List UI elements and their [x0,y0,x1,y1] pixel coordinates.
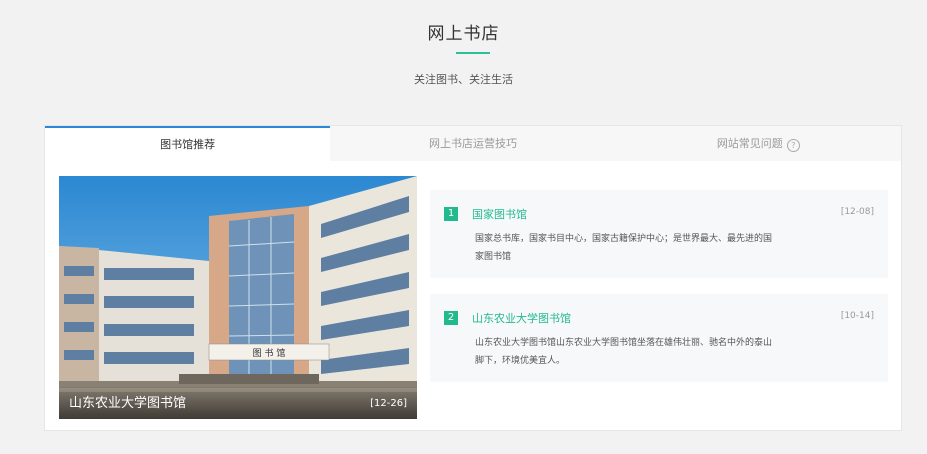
tab-bar: 图书馆推荐 网上书店运营技巧 网站常见问题? [45,126,901,161]
tab-faq[interactable]: 网站常见问题? [616,126,901,161]
featured-library-card[interactable]: 图 书 馆 山东农业大学图书馆 [12-26] [59,176,417,419]
news-list: 1 国家图书馆 [12-08] 国家总书库，国家书目中心，国家古籍保护中心；是世… [430,190,888,398]
news-description: 国家总书库，国家书目中心，国家古籍保护中心；是世界最大、最先进的国家图书馆 [475,234,773,262]
news-number-badge: 2 [444,311,458,325]
news-item[interactable]: 1 国家图书馆 [12-08] 国家总书库，国家书目中心，国家古籍保护中心；是世… [430,190,888,278]
site-subtitle: 关注图书、关注生活 [414,73,513,86]
site-title: 网上书店 [427,24,500,44]
tab-library-recommend[interactable]: 图书馆推荐 [45,126,331,161]
news-date: [10-14] [840,311,874,321]
news-title-link[interactable]: 国家图书馆 [472,206,527,222]
news-description: 山东农业大学图书馆山东农业大学图书馆坐落在雄伟壮丽、驰名中外的泰山脚下，环境优美… [475,338,773,366]
news-date: [12-08] [840,207,874,217]
feature-title: 山东农业大学图书馆 [69,396,187,411]
question-circle-icon: ? [786,139,800,152]
content-panel: 图书馆推荐 网上书店运营技巧 网站常见问题? 图 书 馆 山东农业大学图书馆 [… [44,125,902,431]
tab-operation-tips[interactable]: 网上书店运营技巧 [330,126,615,161]
news-number-badge: 1 [444,207,458,221]
news-item[interactable]: 2 山东农业大学图书馆 [10-14] 山东农业大学图书馆山东农业大学图书馆坐落… [430,294,888,382]
tab-label: 图书馆推荐 [160,138,216,151]
title-underline [456,52,490,54]
building-sign-text: 图 书 馆 [253,347,286,359]
feature-date: [12-26] [370,398,407,409]
library-building-photo: 图 书 馆 [59,176,417,419]
news-title-link[interactable]: 山东农业大学图书馆 [472,310,571,326]
tab-label: 网上书店运营技巧 [428,137,517,150]
tab-label: 网站常见问题 [716,137,783,150]
